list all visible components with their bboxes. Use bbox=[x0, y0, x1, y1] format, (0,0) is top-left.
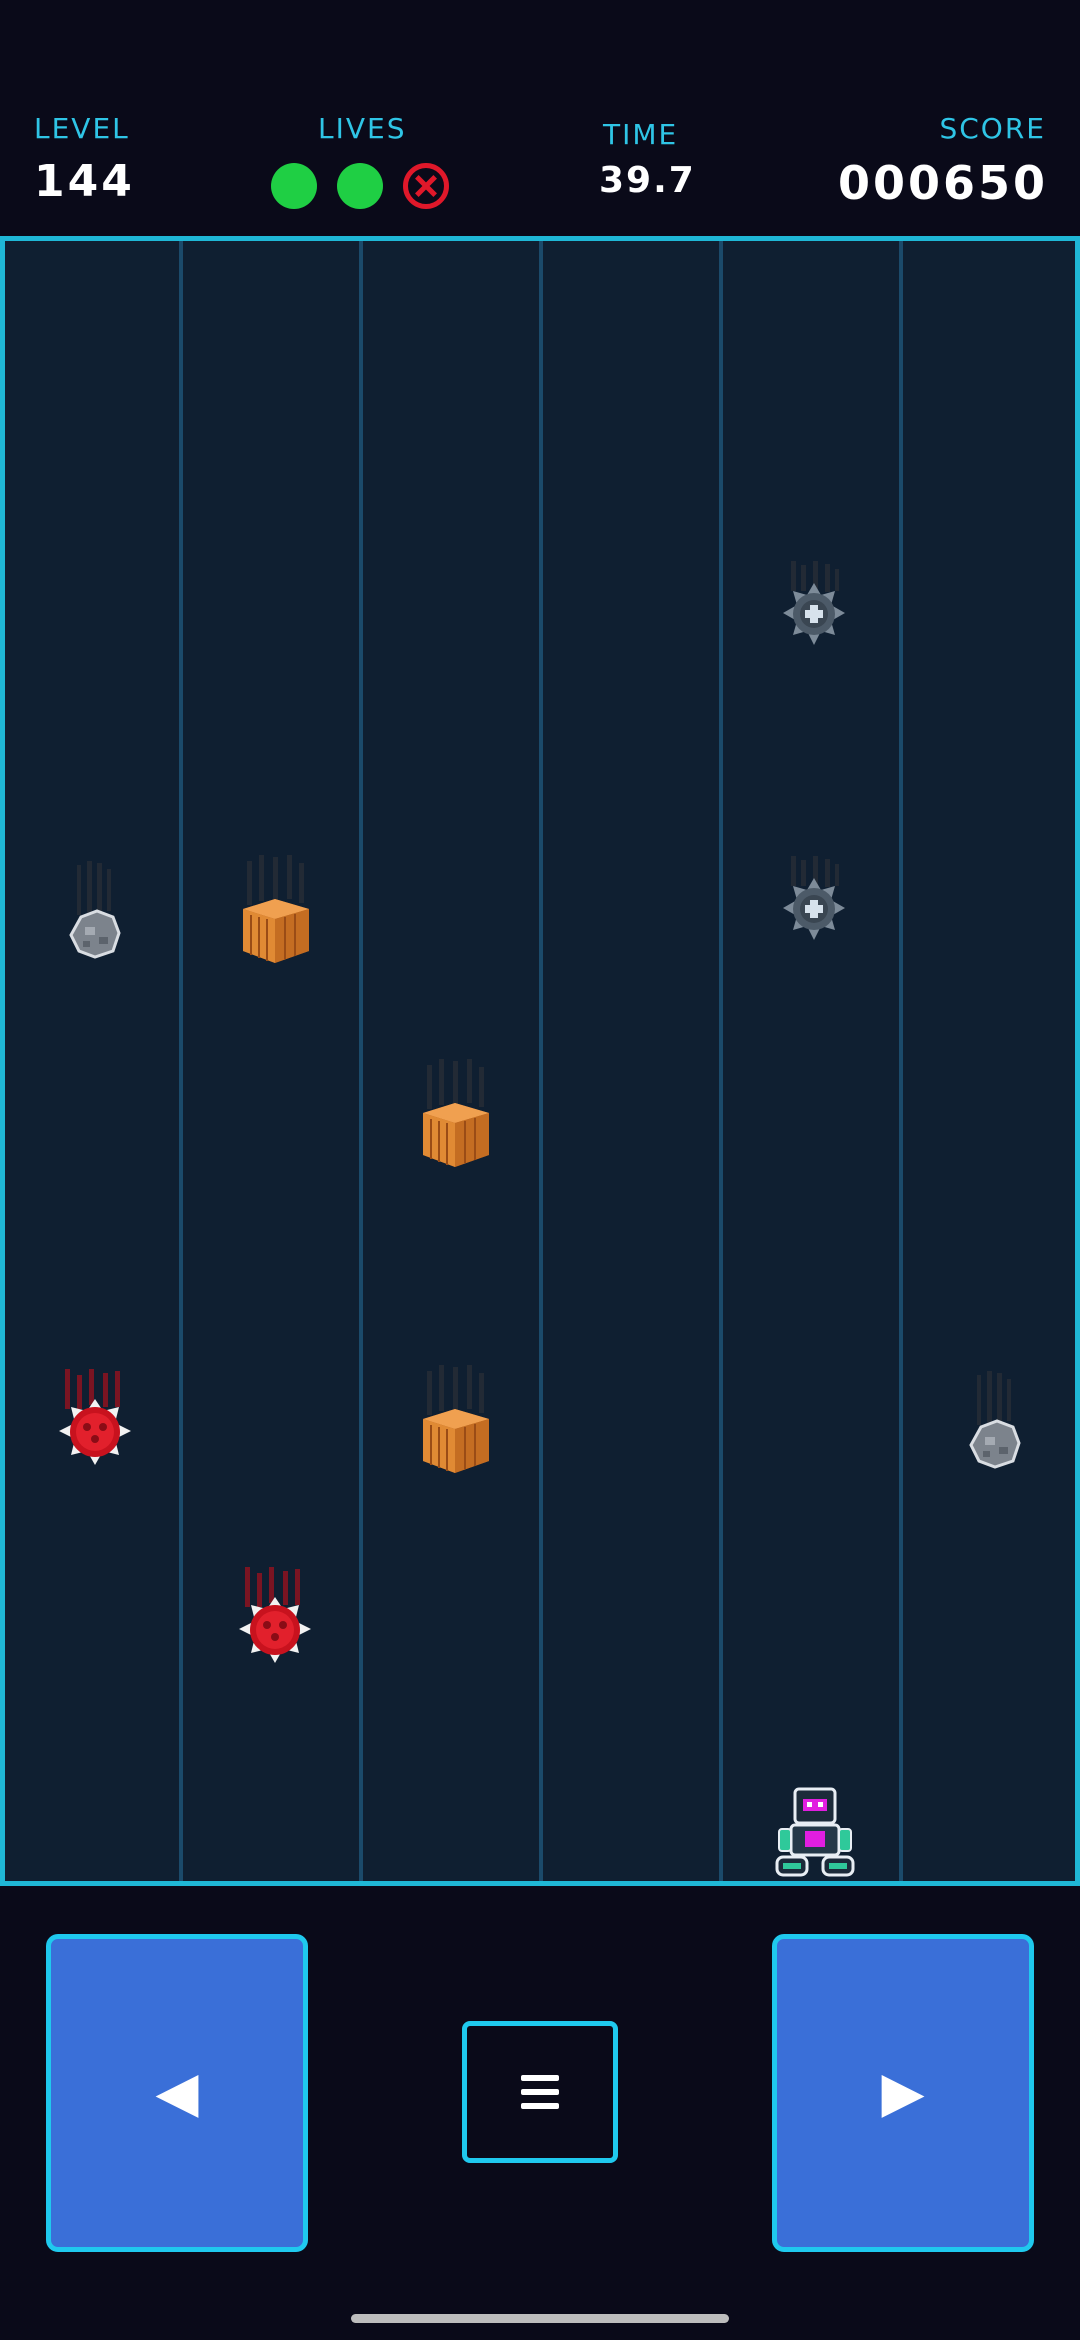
lives-indicator bbox=[271, 162, 449, 210]
rock-icon bbox=[963, 1371, 1029, 1481]
crate-icon bbox=[237, 855, 317, 967]
playfield bbox=[0, 236, 1080, 1886]
rock-icon bbox=[63, 861, 129, 971]
crate-icon bbox=[417, 1365, 497, 1477]
menu-button[interactable] bbox=[462, 2021, 618, 2163]
lane-divider bbox=[719, 241, 723, 1881]
lane-divider bbox=[179, 241, 183, 1881]
hamburger-menu-icon bbox=[521, 2075, 559, 2109]
lane-divider bbox=[539, 241, 543, 1881]
score-value: 000650 bbox=[837, 156, 1048, 210]
spike-mine-icon bbox=[769, 856, 859, 966]
time-value: 39.7 bbox=[599, 160, 696, 201]
game-screen: LEVEL 144 LIVES TIME 39.7 SCORE 000650 ◀… bbox=[0, 0, 1080, 2340]
player-robot-icon bbox=[773, 1785, 857, 1881]
red-mine-icon bbox=[229, 1567, 321, 1679]
time-label: TIME bbox=[603, 118, 679, 151]
life-full-icon bbox=[337, 163, 383, 209]
home-indicator[interactable] bbox=[351, 2314, 729, 2323]
hud-bar: LEVEL 144 LIVES TIME 39.7 SCORE 000650 bbox=[0, 0, 1080, 236]
score-label: SCORE bbox=[939, 112, 1046, 145]
move-right-button[interactable]: ▶ bbox=[772, 1934, 1034, 2252]
life-lost-icon bbox=[403, 163, 449, 209]
red-mine-icon bbox=[49, 1369, 141, 1481]
level-value: 144 bbox=[34, 156, 135, 207]
lives-label: LIVES bbox=[318, 112, 407, 145]
crate-icon bbox=[417, 1059, 497, 1171]
lane-divider bbox=[359, 241, 363, 1881]
level-label: LEVEL bbox=[34, 112, 130, 145]
left-arrow-icon: ◀ bbox=[155, 2060, 199, 2125]
right-arrow-icon: ▶ bbox=[881, 2060, 925, 2125]
move-left-button[interactable]: ◀ bbox=[46, 1934, 308, 2252]
spike-mine-icon bbox=[769, 561, 859, 671]
lane-divider bbox=[899, 241, 903, 1881]
life-full-icon bbox=[271, 163, 317, 209]
